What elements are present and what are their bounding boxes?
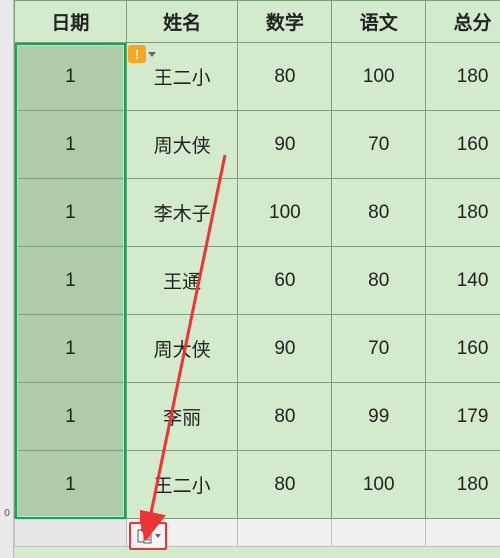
header-total[interactable]: 总分	[426, 1, 500, 43]
table-row: 1 周大侠 90 70 160	[15, 111, 500, 179]
cell-date[interactable]: 1	[15, 451, 127, 519]
header-name[interactable]: 姓名	[126, 1, 238, 43]
empty-cell[interactable]	[426, 519, 500, 547]
cell-math[interactable]: 100	[238, 179, 332, 247]
table-row: 1 周大侠 90 70 160	[15, 315, 500, 383]
cell-date[interactable]: 1	[15, 247, 127, 315]
table-row: 1 王二小 80 100 180	[15, 451, 500, 519]
cell-name[interactable]: 王通	[126, 247, 238, 315]
cell-total[interactable]: 160	[426, 315, 500, 383]
chevron-down-icon	[148, 52, 156, 60]
cell-chinese[interactable]: 70	[332, 315, 426, 383]
table-row: 1 李木子 100 80 180	[15, 179, 500, 247]
cell-total[interactable]: 179	[426, 383, 500, 451]
header-chinese[interactable]: 语文	[332, 1, 426, 43]
error-indicator-button[interactable]: !	[128, 44, 160, 64]
cell-chinese[interactable]: 70	[332, 111, 426, 179]
row-number[interactable]: 0	[0, 508, 14, 519]
cell-math[interactable]: 90	[238, 111, 332, 179]
data-table[interactable]: 日期 姓名 数学 语文 总分 1 王二小 80 100 180 1 周大侠 90…	[14, 0, 500, 547]
cell-date[interactable]: 1	[15, 179, 127, 247]
cell-total[interactable]: 160	[426, 111, 500, 179]
spreadsheet-area[interactable]: 0 日期 姓名 数学 语文 总分 1 王二小 80 100 180 1	[0, 0, 500, 558]
cell-chinese[interactable]: 99	[332, 383, 426, 451]
chevron-down-icon	[155, 534, 161, 538]
empty-cell[interactable]	[15, 519, 127, 547]
cell-total[interactable]: 140	[426, 247, 500, 315]
cell-chinese[interactable]: 80	[332, 247, 426, 315]
table-row: 1 李丽 80 99 179	[15, 383, 500, 451]
cell-chinese[interactable]: 100	[332, 451, 426, 519]
header-date[interactable]: 日期	[15, 1, 127, 43]
table-row: 1 王通 60 80 140	[15, 247, 500, 315]
cell-date[interactable]: 1	[15, 315, 127, 383]
cell-date[interactable]: 1	[15, 383, 127, 451]
cell-chinese[interactable]: 80	[332, 179, 426, 247]
cell-chinese[interactable]: 100	[332, 43, 426, 111]
cell-math[interactable]: 60	[238, 247, 332, 315]
empty-row	[15, 519, 500, 547]
cell-name[interactable]: 周大侠	[126, 315, 238, 383]
paste-options-icon	[136, 528, 152, 544]
cell-math[interactable]: 80	[238, 43, 332, 111]
cell-name[interactable]: 周大侠	[126, 111, 238, 179]
empty-cell[interactable]	[238, 519, 332, 547]
cell-date[interactable]: 1	[15, 43, 127, 111]
cell-date[interactable]: 1	[15, 111, 127, 179]
cell-math[interactable]: 90	[238, 315, 332, 383]
paste-options-button[interactable]	[129, 522, 167, 550]
cell-name[interactable]: 李木子	[126, 179, 238, 247]
cell-name[interactable]: 王二小	[126, 451, 238, 519]
row-gutter[interactable]	[0, 0, 14, 558]
cell-total[interactable]: 180	[426, 43, 500, 111]
cell-total[interactable]: 180	[426, 179, 500, 247]
empty-cell[interactable]	[332, 519, 426, 547]
header-row: 日期 姓名 数学 语文 总分	[15, 1, 500, 43]
cell-total[interactable]: 180	[426, 451, 500, 519]
cell-math[interactable]: 80	[238, 383, 332, 451]
table-row: 1 王二小 80 100 180	[15, 43, 500, 111]
warning-icon: !	[128, 45, 146, 63]
cell-math[interactable]: 80	[238, 451, 332, 519]
cell-name[interactable]: 李丽	[126, 383, 238, 451]
header-math[interactable]: 数学	[238, 1, 332, 43]
